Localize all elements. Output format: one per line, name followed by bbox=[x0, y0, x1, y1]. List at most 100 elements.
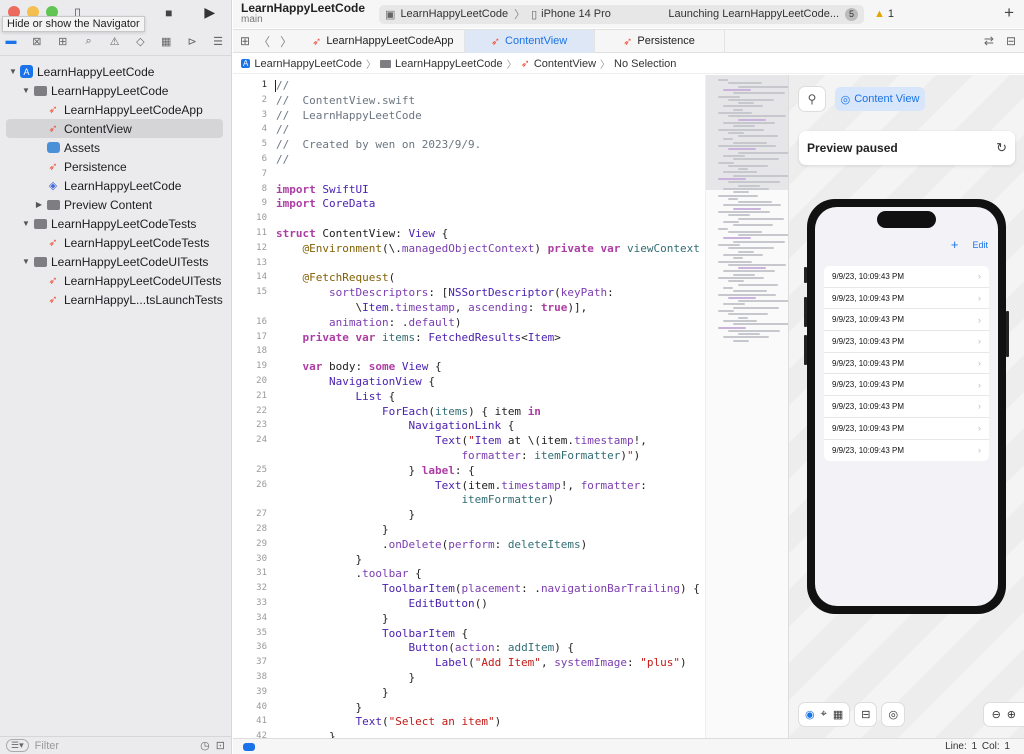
disclosure-open-icon[interactable]: ▼ bbox=[21, 257, 31, 266]
disclosure-open-icon[interactable]: ▼ bbox=[21, 219, 31, 228]
code-line[interactable]: // Created by wen on 2023/9/9. bbox=[276, 138, 481, 151]
preview-device-button[interactable]: ◎ bbox=[882, 703, 905, 726]
code-line[interactable]: } bbox=[276, 523, 389, 536]
tree-item[interactable]: ◈ LearnHappyLeetCode bbox=[0, 176, 231, 195]
report-navigator-icon[interactable]: ☰ bbox=[211, 35, 225, 48]
code-line[interactable]: @Environment(\.managedObjectContext) pri… bbox=[276, 242, 700, 255]
content-view-preview-button[interactable]: ◎ Content View bbox=[835, 87, 925, 111]
code-line[interactable]: private var items: FetchedResults<Item> bbox=[276, 331, 561, 344]
tree-item[interactable]: ➶ LearnHappyLeetCodeTests bbox=[0, 233, 231, 252]
activity-area[interactable]: ▣ LearnHappyLeetCode 〉 ▯ iPhone 14 Pro L… bbox=[379, 4, 865, 24]
code-line[interactable]: } bbox=[276, 701, 362, 714]
code-line[interactable]: import CoreData bbox=[276, 197, 375, 210]
preview-list-item[interactable]: 9/9/23, 10:09:43 PM › bbox=[824, 440, 989, 462]
debug-area-toggle-icon[interactable] bbox=[243, 742, 255, 751]
tree-item[interactable]: Assets bbox=[0, 138, 231, 157]
code-line[interactable]: ToolbarItem(placement: .navigationBarTra… bbox=[276, 582, 700, 595]
preview-list-item[interactable]: 9/9/23, 10:09:43 PM › bbox=[824, 353, 989, 375]
stop-icon[interactable]: ■ bbox=[165, 6, 172, 20]
code-line[interactable]: .onDelete(perform: deleteItems) bbox=[276, 538, 587, 551]
code-line[interactable]: formatter: itemFormatter)") bbox=[276, 449, 640, 462]
symbol-navigator-icon[interactable]: ⊞ bbox=[56, 35, 70, 48]
live-mode-icon[interactable]: ◉ bbox=[805, 708, 815, 721]
disclosure-open-icon[interactable]: ▼ bbox=[8, 67, 18, 76]
warnings-indicator[interactable]: ▲ 1 bbox=[874, 8, 894, 20]
filter-input[interactable]: Filter bbox=[35, 740, 59, 752]
code-line[interactable]: animation: .default) bbox=[276, 316, 461, 329]
preview-list-item[interactable]: 9/9/23, 10:09:43 PM › bbox=[824, 396, 989, 418]
code-line[interactable]: } bbox=[276, 730, 336, 738]
run-icon[interactable]: ▶ bbox=[204, 4, 215, 21]
code-line[interactable]: // ContentView.swift bbox=[276, 94, 415, 107]
tree-item[interactable]: ▶ Preview Content bbox=[0, 195, 231, 214]
code-line[interactable]: // LearnHappyLeetCode bbox=[276, 109, 422, 122]
preview-list-item[interactable]: 9/9/23, 10:09:43 PM › bbox=[824, 266, 989, 288]
test-navigator-icon[interactable]: ◇ bbox=[133, 35, 147, 48]
variants-icon[interactable]: ▦ bbox=[833, 708, 843, 721]
source-control-navigator-icon[interactable]: ⊠ bbox=[30, 35, 44, 48]
code-line[interactable]: // bbox=[276, 123, 289, 136]
preview-list-item[interactable]: 9/9/23, 10:09:43 PM › bbox=[824, 374, 989, 397]
device-selector[interactable]: iPhone 14 Pro bbox=[541, 8, 611, 20]
related-items-icon[interactable]: ⊞ bbox=[240, 34, 250, 48]
code-line[interactable]: EditButton() bbox=[276, 597, 487, 610]
code-line[interactable]: } bbox=[276, 553, 362, 566]
refresh-icon[interactable]: ↻ bbox=[996, 140, 1007, 156]
code-line[interactable]: @FetchRequest( bbox=[276, 271, 396, 284]
tree-item[interactable]: ➶ LearnHappyL...tsLaunchTests bbox=[0, 290, 231, 309]
disclosure-closed-icon[interactable]: ▶ bbox=[34, 200, 44, 209]
code-line[interactable]: ToolbarItem { bbox=[276, 627, 468, 640]
disclosure-open-icon[interactable]: ▼ bbox=[21, 86, 31, 95]
code-line[interactable]: } bbox=[276, 508, 415, 521]
code-line[interactable]: } bbox=[276, 612, 389, 625]
find-navigator-icon[interactable]: ⌕ bbox=[82, 35, 96, 48]
code-line[interactable]: struct ContentView: View { bbox=[276, 227, 448, 240]
preview-list-item[interactable]: 9/9/23, 10:09:43 PM › bbox=[824, 418, 989, 440]
zoom-in-icon[interactable]: ⊕ bbox=[1007, 708, 1016, 721]
tree-item[interactable]: ▼ LearnHappyLeetCodeTests bbox=[0, 214, 231, 233]
selectable-mode-icon[interactable]: ⌖ bbox=[821, 708, 827, 721]
code-line[interactable]: .toolbar { bbox=[276, 567, 421, 580]
back-icon[interactable]: 〈 bbox=[258, 33, 270, 50]
code-line[interactable]: Label("Add Item", systemImage: "plus") bbox=[276, 656, 687, 669]
code-line[interactable]: var body: some View { bbox=[276, 360, 442, 373]
issue-navigator-icon[interactable]: ⚠ bbox=[108, 35, 122, 48]
code-line[interactable]: // bbox=[274, 79, 289, 92]
branch-label[interactable]: main bbox=[241, 14, 365, 25]
simulator-screen[interactable]: + Edit 9/9/23, 10:09:43 PM › 9/9/23, 10:09… bbox=[815, 207, 998, 606]
code-line[interactable]: Text("Item at \(item.timestamp!, bbox=[276, 434, 647, 447]
code-line[interactable]: } label: { bbox=[276, 464, 474, 477]
zoom-out-icon[interactable]: ⊖ bbox=[992, 708, 1001, 721]
scheme-selector[interactable]: LearnHappyLeetCode bbox=[400, 8, 508, 20]
code-line[interactable]: itemFormatter) bbox=[276, 493, 554, 506]
code-line[interactable]: Text("Select an item") bbox=[276, 715, 501, 728]
code-line[interactable]: Text(item.timestamp!, formatter: bbox=[276, 479, 647, 492]
project-navigator-icon[interactable]: ▬ bbox=[4, 35, 18, 47]
breadcrumb-item[interactable]: LearnHappyLeetCode bbox=[395, 58, 503, 70]
pin-icon[interactable]: ⚲ bbox=[799, 87, 825, 111]
code-line[interactable]: \Item.timestamp, ascending: true)], bbox=[276, 301, 587, 314]
minimap[interactable] bbox=[705, 75, 796, 738]
code-line[interactable]: ForEach(items) { item in bbox=[276, 405, 541, 418]
source-editor[interactable]: 1 // 2 // ContentView.swift 3 // LearnHappyLe… bbox=[233, 75, 705, 738]
split-editor-icon[interactable]: ⊟ bbox=[1006, 34, 1016, 48]
debug-navigator-icon[interactable]: ▦ bbox=[159, 35, 173, 48]
code-line[interactable]: import SwiftUI bbox=[276, 183, 369, 196]
code-line[interactable]: } bbox=[276, 671, 415, 684]
edit-button[interactable]: Edit bbox=[972, 240, 988, 250]
code-line[interactable]: NavigationLink { bbox=[276, 419, 514, 432]
code-line[interactable]: Button(action: addItem) { bbox=[276, 641, 574, 654]
preview-list-item[interactable]: 9/9/23, 10:09:43 PM › bbox=[824, 309, 989, 332]
adjust-editor-icon[interactable]: ⇄ bbox=[984, 34, 994, 48]
breadcrumb-item[interactable]: No Selection bbox=[614, 58, 676, 70]
forward-icon[interactable]: 〉 bbox=[280, 33, 292, 50]
add-library-icon[interactable]: + bbox=[1004, 3, 1014, 23]
tree-item[interactable]: ▼ LearnHappyLeetCodeUITests bbox=[0, 252, 231, 271]
plus-icon[interactable]: + bbox=[951, 237, 959, 252]
breadcrumb-item[interactable]: ContentView bbox=[534, 58, 596, 70]
preview-list-item[interactable]: 9/9/23, 10:09:43 PM › bbox=[824, 288, 989, 310]
tab-persistence[interactable]: ➶ Persistence bbox=[595, 29, 725, 53]
preview-list-item[interactable]: 9/9/23, 10:09:43 PM › bbox=[824, 331, 989, 353]
tree-item[interactable]: ➶ LearnHappyLeetCodeUITests bbox=[0, 271, 231, 290]
status-count-badge[interactable]: 5 bbox=[845, 7, 859, 21]
